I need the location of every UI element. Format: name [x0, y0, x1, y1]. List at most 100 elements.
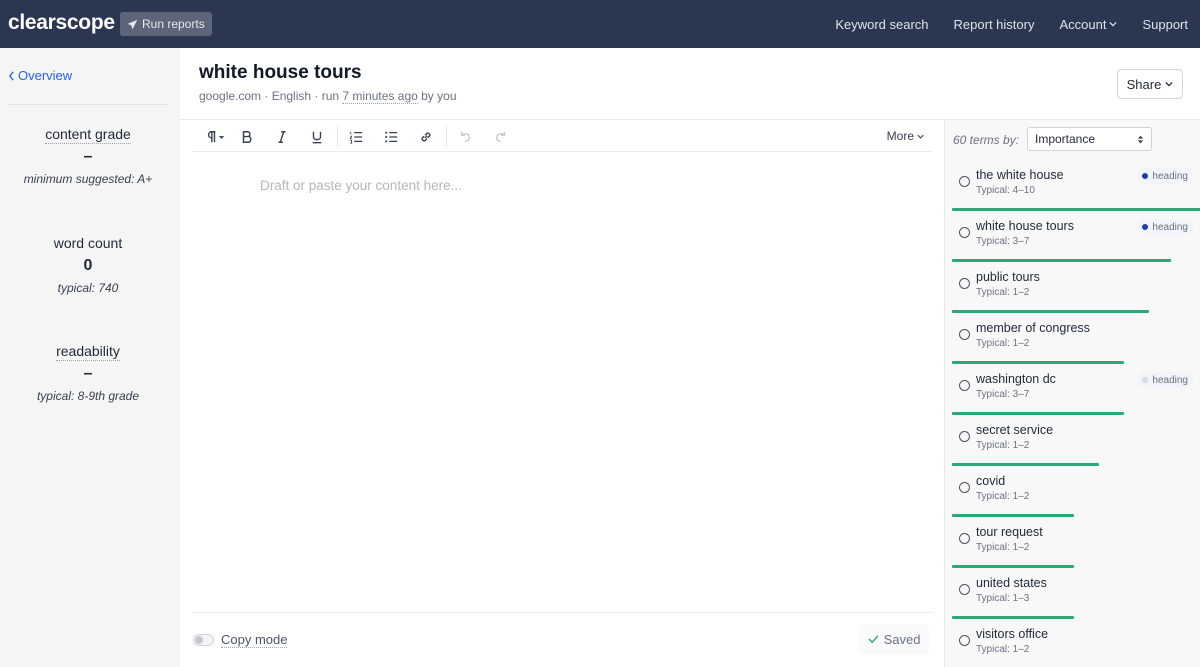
term-importance-bar [952, 616, 1074, 619]
term-radio-circle[interactable] [959, 380, 970, 391]
sort-select[interactable]: Importance [1027, 127, 1152, 151]
term-item[interactable]: white house tours Typical: 3–7 heading [952, 213, 1200, 264]
underline-button[interactable] [308, 127, 326, 147]
ordered-list-button[interactable] [347, 127, 365, 147]
terms-count-label: 60 terms by: [953, 133, 1020, 147]
nav-account[interactable]: Account [1059, 17, 1118, 32]
toggle-switch[interactable] [193, 634, 214, 646]
term-typical: Typical: 1–3 [976, 593, 1030, 604]
editor-placeholder[interactable]: Draft or paste your content here... [260, 178, 462, 193]
badge-dot-icon [1142, 377, 1149, 383]
term-importance-track [952, 463, 1200, 466]
paragraph-style-button[interactable] [202, 127, 226, 147]
term-item[interactable]: tour request Typical: 1–2 [952, 519, 1200, 570]
term-item[interactable]: the white house Typical: 4–10 heading [952, 162, 1200, 213]
check-icon [867, 635, 879, 644]
term-importance-track [952, 514, 1200, 517]
more-menu-button[interactable]: More [887, 129, 924, 143]
terms-panel: 60 terms by: Importance the white house T… [944, 120, 1200, 667]
term-importance-bar [952, 412, 1124, 415]
term-item[interactable]: secret service Typical: 1–2 [952, 417, 1200, 468]
logo[interactable]: clearscope [8, 11, 115, 35]
sidebar-divider [8, 104, 168, 105]
badge-dot-icon [1142, 224, 1149, 230]
term-importance-bar [952, 565, 1074, 568]
bold-icon [242, 131, 252, 143]
term-name: public tours [976, 270, 1040, 284]
copy-mode-label: Copy mode [221, 632, 288, 648]
term-name: white house tours [976, 219, 1074, 233]
pilcrow-icon [207, 131, 215, 143]
term-importance-bar [952, 361, 1124, 364]
term-item[interactable]: public tours Typical: 1–2 [952, 264, 1200, 315]
term-typical: Typical: 1–2 [976, 338, 1030, 349]
bullet-list-button[interactable] [382, 127, 400, 147]
link-button[interactable] [417, 127, 435, 147]
copy-mode-toggle[interactable]: Copy mode [193, 632, 288, 648]
term-radio-circle[interactable] [959, 176, 970, 187]
share-label: Share [1126, 76, 1162, 92]
overview-link[interactable]: Overview [8, 68, 72, 83]
italic-icon [278, 131, 286, 143]
term-item[interactable]: washington dc Typical: 3–7 heading [952, 366, 1200, 417]
term-item[interactable]: member of congress Typical: 1–2 [952, 315, 1200, 366]
readability-sub: typical: 8-9th grade [36, 389, 140, 403]
heading-badge-label: heading [1152, 221, 1188, 233]
italic-button[interactable] [273, 127, 291, 147]
term-typical: Typical: 3–7 [976, 389, 1030, 400]
toggle-knob [195, 636, 203, 644]
editor-footer-divider [192, 612, 932, 613]
bold-button[interactable] [238, 127, 256, 147]
term-item[interactable]: covid Typical: 1–2 [952, 468, 1200, 519]
run-reports-label: Run reports [142, 17, 205, 31]
term-item[interactable]: visitors office Typical: 1–2 [952, 621, 1200, 667]
content-grade-label[interactable]: content grade [45, 126, 131, 144]
term-importance-track [952, 616, 1200, 619]
left-sidebar: Overview content grade – minimum suggest… [0, 48, 180, 667]
toolbar-divider [446, 126, 447, 146]
undo-icon [460, 131, 471, 143]
caret-down-icon [218, 135, 224, 139]
term-name: united states [976, 576, 1047, 590]
content-grade-sub: minimum suggested: A+ [23, 172, 153, 186]
readability-label[interactable]: readability [56, 343, 120, 361]
saved-status: Saved [859, 624, 929, 654]
undo-button[interactable] [456, 127, 474, 147]
redo-button[interactable] [492, 127, 510, 147]
editor-toolbar: More [192, 121, 932, 152]
term-name: washington dc [976, 372, 1056, 386]
term-name: tour request [976, 525, 1043, 539]
readability-value: – [83, 365, 93, 382]
readability-metric: readability – typical: 8-9th grade [0, 343, 176, 403]
term-importance-bar [952, 310, 1149, 313]
toolbar-divider [337, 126, 338, 146]
bullet-list-icon [385, 131, 398, 143]
term-importance-bar [952, 259, 1172, 262]
term-radio-circle[interactable] [959, 278, 970, 289]
term-radio-circle[interactable] [959, 329, 970, 340]
nav-keyword-search[interactable]: Keyword search [835, 17, 928, 32]
term-importance-track [952, 259, 1200, 262]
run-reports-button[interactable]: Run reports [120, 12, 212, 36]
term-radio-circle[interactable] [959, 431, 970, 442]
term-radio-circle[interactable] [959, 533, 970, 544]
word-count-value: 0 [83, 257, 93, 274]
chevron-down-icon [1109, 21, 1118, 27]
term-item[interactable]: united states Typical: 1–3 [952, 570, 1200, 621]
saved-label: Saved [883, 631, 921, 647]
sort-arrows-icon [1137, 135, 1144, 144]
nav-support[interactable]: Support [1142, 17, 1188, 32]
nav-report-history[interactable]: Report history [954, 17, 1035, 32]
term-radio-circle[interactable] [959, 227, 970, 238]
term-typical: Typical: 3–7 [976, 236, 1030, 247]
report-meta: google.com · English · run 7 minutes ago… [199, 89, 457, 104]
chevron-down-icon [1165, 81, 1173, 87]
badge-dot-icon [1142, 173, 1149, 179]
share-button[interactable]: Share [1117, 69, 1183, 99]
overview-label: Overview [18, 68, 73, 83]
term-radio-circle[interactable] [959, 482, 970, 493]
heading-badge: heading [1137, 219, 1193, 235]
term-radio-circle[interactable] [959, 584, 970, 595]
term-importance-track [952, 412, 1200, 415]
term-radio-circle[interactable] [959, 635, 970, 646]
